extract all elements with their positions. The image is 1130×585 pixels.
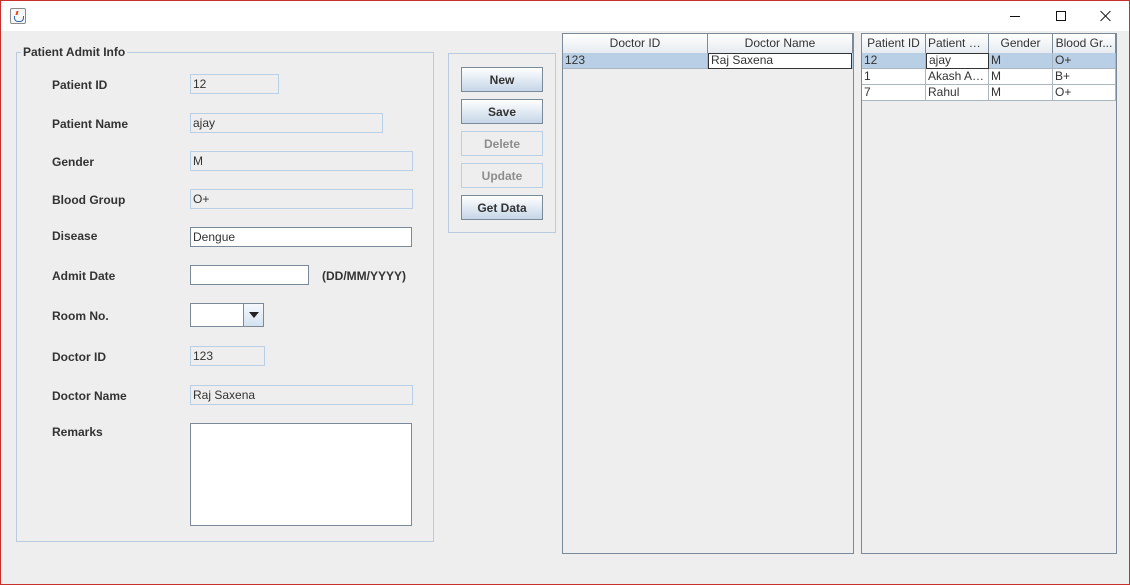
remarks-textarea[interactable]: [190, 423, 412, 526]
doctor-name-label: Doctor Name: [52, 389, 127, 403]
patient-table[interactable]: Patient ID Patient N... Gender Blood Gr.…: [861, 33, 1117, 554]
minimize-icon: [1010, 15, 1020, 17]
gender-label: Gender: [52, 155, 95, 169]
save-button[interactable]: Save: [461, 99, 543, 124]
admit-date-field[interactable]: [190, 265, 309, 285]
doctor-name-field[interactable]: [190, 385, 413, 405]
doctor-table-cell[interactable]: 123: [563, 53, 708, 69]
app-window: Patient Admit Info Patient ID Patient Na…: [0, 0, 1130, 585]
room-no-combobox[interactable]: [190, 303, 264, 327]
patient-table-column-header[interactable]: Gender: [989, 34, 1053, 53]
patient-table-column-header[interactable]: Patient N...: [926, 34, 989, 53]
patient-table-cell[interactable]: Akash Ag...: [926, 69, 989, 85]
doctor-table-column-header[interactable]: Doctor ID: [563, 34, 708, 53]
remarks-label: Remarks: [52, 425, 103, 439]
chevron-down-icon: [248, 312, 259, 318]
room-no-dropdown-button[interactable]: [243, 304, 263, 326]
disease-label: Disease: [52, 229, 98, 243]
patient-table-cell[interactable]: O+: [1053, 53, 1116, 69]
patient-table-cell[interactable]: 7: [862, 85, 926, 101]
patient-table-cell[interactable]: M: [989, 69, 1053, 85]
patient-table-row[interactable]: 7 Rahul M O+: [862, 85, 1116, 101]
doctor-id-label: Doctor ID: [52, 350, 106, 364]
patient-table-cell[interactable]: B+: [1053, 69, 1116, 85]
patient-table-row[interactable]: 12 ajay M O+: [862, 53, 1116, 69]
patient-table-header: Patient ID Patient N... Gender Blood Gr.…: [862, 34, 1116, 53]
patient-table-cell[interactable]: ajay: [926, 53, 989, 69]
doctor-table[interactable]: Doctor ID Doctor Name 123 Raj Saxena: [562, 33, 854, 554]
patient-table-row[interactable]: 1 Akash Ag... M B+: [862, 69, 1116, 85]
java-icon: [10, 8, 26, 24]
patient-id-field[interactable]: [190, 74, 279, 94]
doctor-table-column-header[interactable]: Doctor Name: [708, 34, 853, 53]
new-button[interactable]: New: [461, 67, 543, 92]
blood-group-label: Blood Group: [52, 193, 126, 207]
admit-date-format-hint: (DD/MM/YYYY): [322, 269, 406, 283]
patient-table-cell[interactable]: M: [989, 53, 1053, 69]
get-data-button[interactable]: Get Data: [461, 195, 543, 220]
doctor-table-header: Doctor ID Doctor Name: [563, 34, 853, 53]
patient-table-cell[interactable]: O+: [1053, 85, 1116, 101]
patient-table-column-header[interactable]: Patient ID: [862, 34, 926, 53]
patient-name-field[interactable]: [190, 113, 383, 133]
patient-table-cell[interactable]: 1: [862, 69, 926, 85]
delete-button[interactable]: Delete: [461, 131, 543, 156]
close-button[interactable]: [1083, 1, 1129, 31]
patient-table-cell[interactable]: Rahul: [926, 85, 989, 101]
gender-field[interactable]: [190, 151, 413, 171]
blood-group-field[interactable]: [190, 189, 413, 209]
close-icon: [1100, 10, 1112, 22]
patient-table-column-header[interactable]: Blood Gr...: [1053, 34, 1116, 53]
patient-table-cell[interactable]: 12: [862, 53, 926, 69]
doctor-table-cell[interactable]: Raj Saxena: [708, 53, 852, 69]
admit-date-label: Admit Date: [52, 269, 116, 283]
patient-name-label: Patient Name: [52, 117, 129, 131]
patient-admit-info-legend: Patient Admit Info: [23, 45, 126, 59]
disease-field[interactable]: [190, 227, 412, 247]
patient-id-label: Patient ID: [52, 78, 108, 92]
patient-table-cell[interactable]: M: [989, 85, 1053, 101]
doctor-table-row[interactable]: 123 Raj Saxena: [563, 53, 853, 69]
update-button[interactable]: Update: [461, 163, 543, 188]
doctor-id-field[interactable]: [190, 346, 265, 366]
title-bar[interactable]: [1, 1, 1129, 31]
minimize-button[interactable]: [992, 1, 1038, 31]
maximize-button[interactable]: [1038, 1, 1084, 31]
maximize-icon: [1056, 11, 1066, 21]
room-no-label: Room No.: [52, 309, 109, 323]
